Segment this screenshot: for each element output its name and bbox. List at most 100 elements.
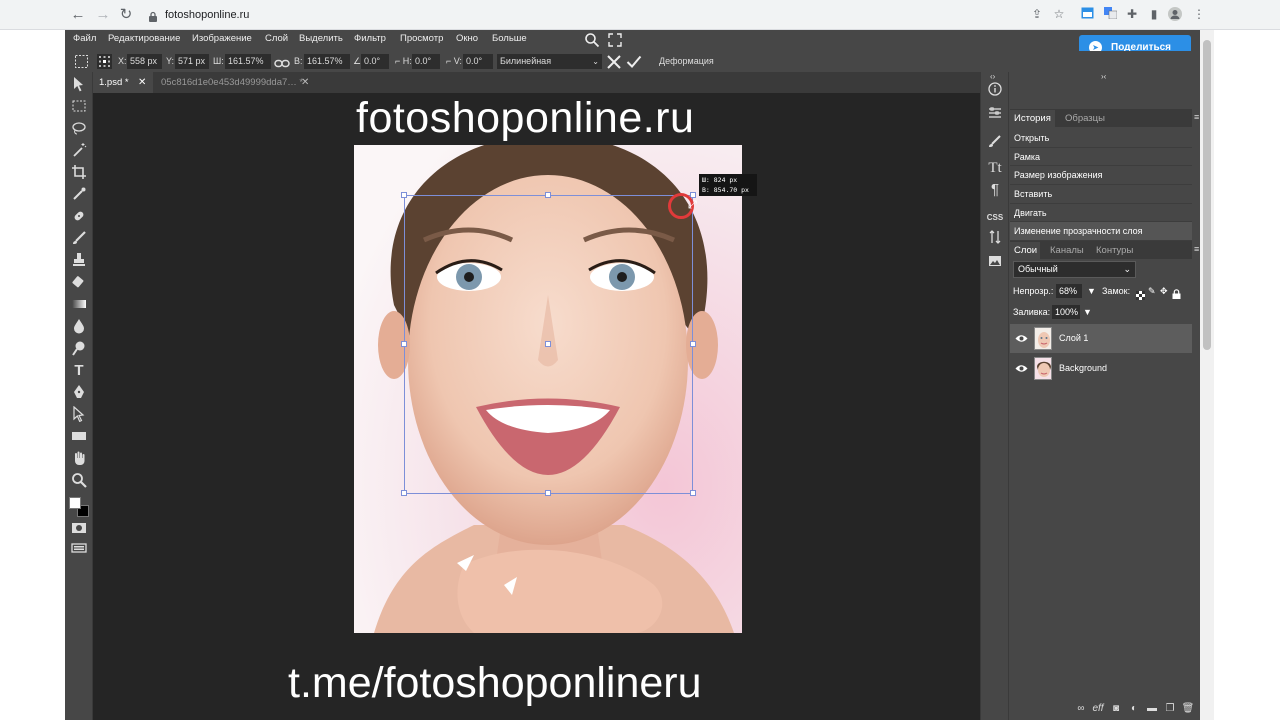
layer-row[interactable]: Background	[1010, 354, 1192, 383]
history-item[interactable]: Размер изображения	[1010, 166, 1192, 186]
layer-row-selected[interactable]: Слой 1	[1010, 324, 1192, 353]
menu-window[interactable]: Окно	[456, 30, 478, 50]
opacity-dropdown-icon[interactable]: ▼	[1087, 284, 1096, 298]
lock-pixels-icon[interactable]: ✎	[1148, 284, 1156, 298]
lock-all-icon[interactable]	[1172, 286, 1181, 299]
translate-icon[interactable]	[1103, 7, 1117, 21]
link-proportions-icon[interactable]	[274, 56, 290, 68]
forward-arrow-icon[interactable]: →	[93, 5, 113, 25]
brush-tool-icon[interactable]	[69, 230, 89, 248]
history-item[interactable]: Открыть	[1010, 129, 1192, 148]
gradient-tool-icon[interactable]	[69, 296, 89, 314]
new-layer-icon[interactable]: ❐	[1163, 702, 1177, 716]
back-arrow-icon[interactable]: ←	[68, 5, 88, 25]
transform-handle-tl[interactable]	[401, 192, 407, 198]
tab-history[interactable]: История	[1010, 110, 1055, 127]
tab-second-document[interactable]: 05c816d1e0e453d49999dda7… *	[155, 72, 305, 93]
eraser-tool-icon[interactable]	[69, 274, 89, 292]
fill-input[interactable]: 100%	[1052, 305, 1080, 319]
panel-menu-icon[interactable]: ≡	[1194, 112, 1199, 122]
skew-v-input[interactable]: 0.0°	[463, 54, 493, 69]
layer-effects-icon[interactable]: eff	[1091, 702, 1105, 716]
eye-visibility-icon[interactable]	[1015, 332, 1028, 345]
paragraph-icon[interactable]: ¶	[985, 180, 1005, 200]
info-icon[interactable]	[985, 82, 1005, 102]
eye-visibility-icon[interactable]	[1015, 362, 1028, 375]
height-percent-input[interactable]: 161.57%	[304, 54, 350, 69]
commit-transform-icon[interactable]	[626, 53, 642, 70]
opacity-input[interactable]: 68%	[1056, 284, 1082, 298]
collapse-arrows-icon[interactable]: ‹›	[990, 72, 995, 81]
adjust-icon[interactable]	[985, 230, 1005, 250]
extensions-puzzle-icon[interactable]: ✚	[1125, 7, 1139, 21]
interpolation-select[interactable]: Билинейная ⌄	[497, 54, 602, 69]
transform-handle-bc[interactable]	[545, 490, 551, 496]
warp-button[interactable]: Деформация	[659, 54, 714, 69]
link-layers-icon[interactable]: ∞	[1074, 702, 1088, 716]
foreground-color-swatch[interactable]	[69, 497, 81, 509]
properties-icon[interactable]	[985, 106, 1005, 126]
hand-tool-icon[interactable]	[69, 450, 89, 468]
menu-layer[interactable]: Слой	[265, 30, 288, 50]
menu-filter[interactable]: Фильтр	[354, 30, 386, 50]
history-item-active[interactable]: Изменение прозрачности слоя	[1010, 222, 1192, 242]
new-group-icon[interactable]: ▬	[1145, 702, 1159, 716]
fullscreen-icon[interactable]	[608, 33, 622, 47]
scrollbar-thumb[interactable]	[1203, 40, 1211, 350]
reference-point-icon[interactable]	[97, 54, 112, 69]
lasso-tool-icon[interactable]	[69, 120, 89, 138]
tab-channels[interactable]: Каналы	[1050, 242, 1084, 259]
marquee-transform-icon[interactable]	[74, 54, 89, 69]
page-scrollbar[interactable]	[1200, 30, 1214, 720]
type-tool-icon[interactable]: T	[69, 362, 89, 380]
color-swatches[interactable]	[68, 496, 90, 518]
cancel-transform-icon[interactable]	[606, 53, 622, 70]
collapse-panels-icon[interactable]: ›‹	[1101, 72, 1106, 81]
extension-screen-icon[interactable]	[1080, 7, 1094, 21]
tab-layers[interactable]: Слои	[1010, 242, 1040, 259]
x-input[interactable]: 558 px	[127, 54, 162, 69]
close-icon[interactable]: ✕	[138, 72, 146, 93]
eyedropper-icon[interactable]	[69, 186, 89, 204]
angle-input[interactable]: 0.0°	[361, 54, 389, 69]
share-page-icon[interactable]: ⇪	[1030, 7, 1044, 21]
menu-more[interactable]: Больше	[492, 30, 527, 50]
browser-menu-icon[interactable]: ⋮	[1192, 7, 1206, 21]
panel-menu-icon[interactable]: ≡	[1194, 244, 1199, 254]
transform-handle-bl[interactable]	[401, 490, 407, 496]
menu-image[interactable]: Изображение	[192, 30, 252, 50]
add-mask-icon[interactable]: ◙	[1109, 702, 1123, 716]
transform-handle-mr[interactable]	[690, 341, 696, 347]
adjustment-layer-icon[interactable]: ◐	[1127, 702, 1141, 716]
blend-mode-select[interactable]: Обычный ⌄	[1013, 261, 1136, 278]
transform-handle-br[interactable]	[690, 490, 696, 496]
css-icon[interactable]: CSS	[985, 208, 1005, 228]
reload-icon[interactable]: ↻	[116, 5, 136, 25]
zoom-tool-icon[interactable]	[69, 472, 89, 490]
fill-dropdown-icon[interactable]: ▼	[1083, 305, 1092, 319]
delete-layer-icon[interactable]: 🗑	[1181, 702, 1195, 716]
dodge-tool-icon[interactable]	[69, 340, 89, 358]
tab-samples[interactable]: Образцы	[1065, 110, 1105, 127]
history-item[interactable]: Двигать	[1010, 204, 1192, 223]
skew-h-input[interactable]: 0.0°	[412, 54, 440, 69]
transform-handle-ml[interactable]	[401, 341, 407, 347]
magic-wand-icon[interactable]	[69, 142, 89, 160]
screen-mode-icon[interactable]	[69, 540, 89, 558]
blur-tool-icon[interactable]	[69, 318, 89, 336]
close-icon[interactable]: ✕	[301, 72, 309, 93]
sidebar-icon[interactable]: ▮	[1147, 7, 1161, 21]
image-icon[interactable]	[985, 254, 1005, 274]
history-item[interactable]: Рамка	[1010, 148, 1192, 167]
search-icon[interactable]	[584, 32, 600, 48]
transform-handle-tc[interactable]	[545, 192, 551, 198]
width-percent-input[interactable]: 161.57%	[225, 54, 271, 69]
path-select-icon[interactable]	[69, 405, 89, 424]
y-input[interactable]: 571 px	[175, 54, 209, 69]
lock-transparency-icon[interactable]	[1136, 287, 1145, 300]
rectangle-tool-icon[interactable]	[69, 428, 89, 446]
character-icon[interactable]: Tt	[985, 158, 1005, 178]
quick-mask-icon[interactable]	[69, 520, 89, 538]
pen-tool-icon[interactable]	[69, 384, 89, 402]
transform-handle-center[interactable]	[545, 341, 551, 347]
